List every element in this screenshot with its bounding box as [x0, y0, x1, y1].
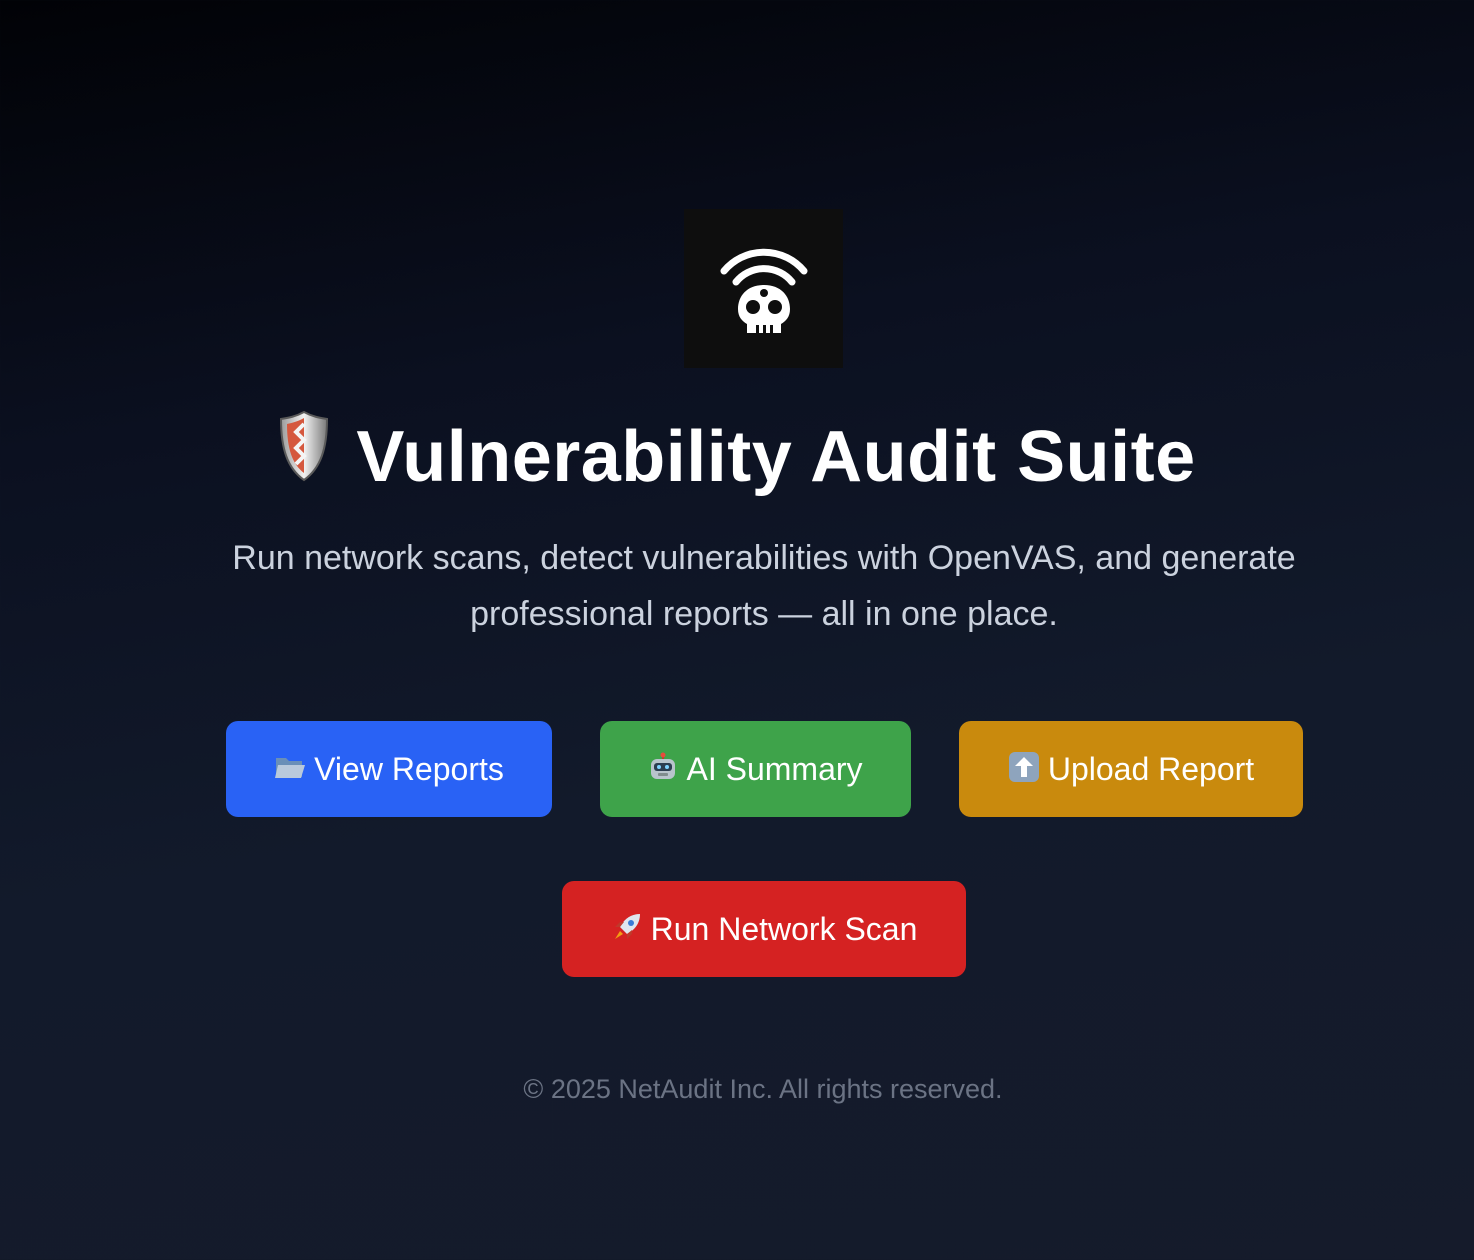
- up-arrow-icon: [1008, 751, 1040, 788]
- view-reports-button[interactable]: View Reports: [226, 721, 552, 817]
- upload-report-label: Upload Report: [1047, 750, 1255, 787]
- run-network-scan-button[interactable]: Run Network Scan: [562, 881, 966, 977]
- page-subtitle: Run network scans, detect vulnerabilitie…: [232, 539, 1296, 633]
- robot-icon: [648, 752, 678, 787]
- ai-summary-label: AI Summary: [686, 750, 863, 787]
- wifi-skull-icon: [720, 248, 807, 333]
- ai-summary-button[interactable]: AI Summary: [600, 721, 911, 817]
- upload-report-button[interactable]: Upload Report: [959, 721, 1303, 817]
- run-network-scan-label: Run Network Scan: [650, 910, 918, 947]
- copyright-footer: © 2025 NetAudit Inc. All rights reserved…: [523, 1074, 1003, 1104]
- shield-icon: [278, 410, 330, 501]
- page-title: Vulnerability Audit Suite: [0, 411, 1474, 507]
- view-reports-label: View Reports: [314, 750, 504, 787]
- folder-icon: [274, 754, 306, 785]
- rocket-icon: [611, 911, 643, 948]
- page-title-text: Vulnerability Audit Suite: [356, 417, 1196, 497]
- app-logo: [684, 209, 843, 368]
